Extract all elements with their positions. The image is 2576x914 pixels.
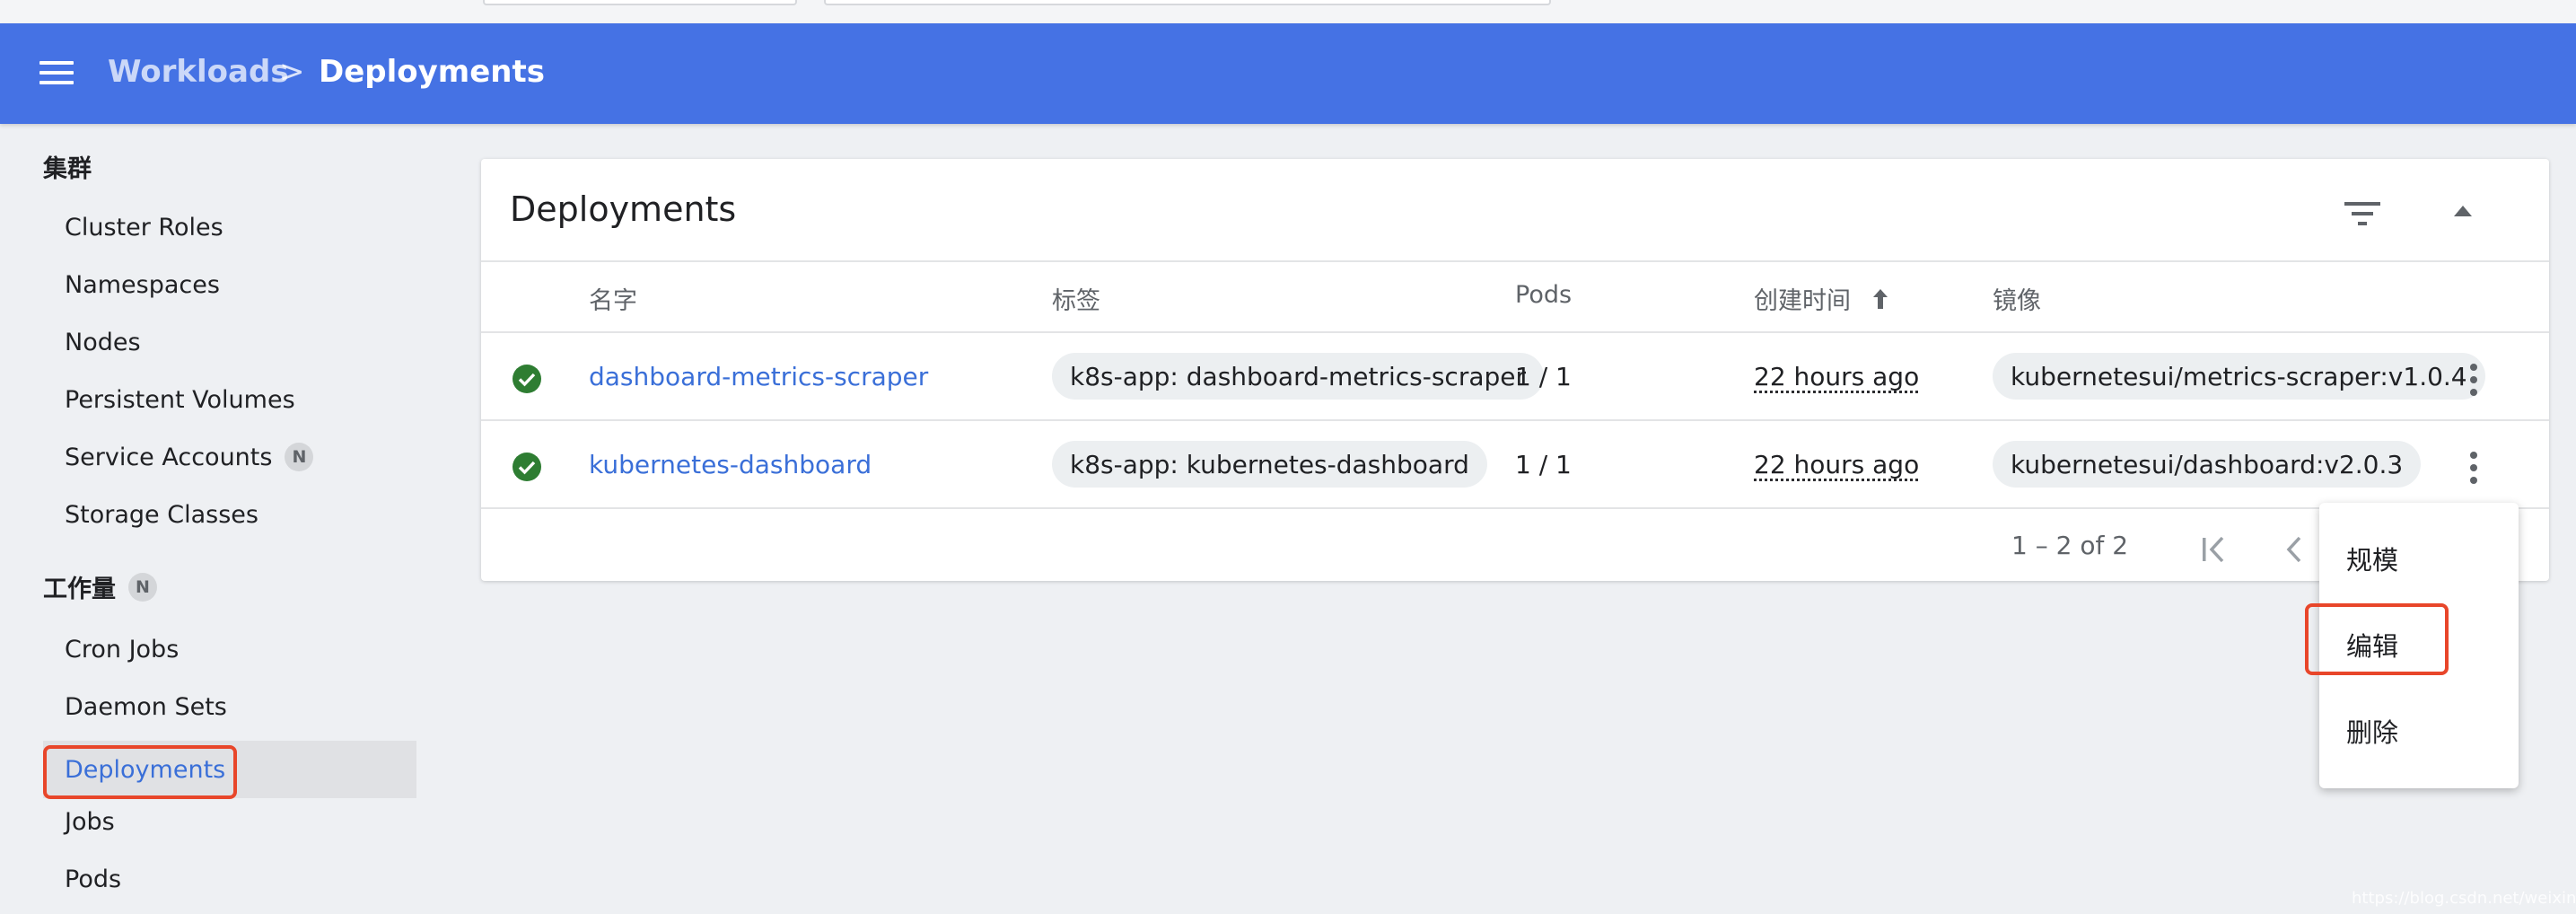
sidebar-heading-cluster: 集群 [43, 155, 92, 183]
menu-item-scale[interactable]: 规模 [2319, 515, 2519, 602]
sidebar-heading-workloads: 工作量 N [43, 569, 157, 604]
arrow-up-icon[interactable] [1871, 287, 1890, 311]
sidebar-item-service-accounts[interactable]: Service Accounts N [43, 428, 416, 486]
sidebar-item-cluster-roles[interactable]: Cluster Roles [43, 198, 416, 256]
sidebar-item-label: Nodes [65, 328, 141, 356]
pods-count: 1 / 1 [1515, 362, 1572, 391]
image-chip: kubernetesui/dashboard:v2.0.3 [1993, 441, 2422, 488]
sidebar-heading-label: 工作量 [43, 576, 116, 603]
more-vert-icon[interactable] [2468, 452, 2479, 484]
check-circle-icon [513, 453, 541, 481]
filter-icon[interactable] [2343, 200, 2382, 227]
image-chip: kubernetesui/metrics-scraper:v1.0.4 [1993, 353, 2485, 400]
first-page-icon[interactable] [2199, 534, 2230, 565]
search-input[interactable] [824, 0, 1551, 5]
created-time: 22 hours ago [1754, 362, 1920, 391]
sidebar-item-label: Cron Jobs [65, 635, 180, 664]
row-action-menu: 规模 编辑 删除 [2305, 503, 2519, 788]
top-strip [0, 0, 2576, 23]
column-header-name: 名字 [589, 287, 637, 315]
column-header-created[interactable]: 创建时间 [1754, 281, 1890, 316]
check-circle-icon [513, 365, 541, 393]
menu-icon[interactable] [39, 61, 74, 84]
label-chip: k8s-app: kubernetes-dashboard [1052, 441, 1487, 488]
deployment-name-link[interactable]: dashboard-metrics-scraper [589, 362, 928, 391]
breadcrumb-chevron-icon: > [279, 54, 305, 90]
sidebar-item-persistent-volumes[interactable]: Persistent Volumes [43, 371, 416, 428]
sidebar-item-label: Storage Classes [65, 500, 258, 529]
prev-page-icon[interactable] [2283, 534, 2305, 565]
column-header-pods: Pods [1515, 281, 1573, 309]
breadcrumb-deployments: Deployments [319, 54, 545, 90]
divider [481, 260, 2549, 262]
sidebar-item-label: Jobs [65, 807, 115, 836]
sidebar-item-daemon-sets[interactable]: Daemon Sets [43, 678, 416, 735]
namespace-select[interactable] [483, 0, 797, 5]
app-header: Workloads > Deployments [0, 23, 2576, 124]
sidebar: 集群 Cluster Roles Namespaces Nodes Persis… [0, 124, 431, 914]
sidebar-item-cron-jobs[interactable]: Cron Jobs [43, 620, 416, 678]
sidebar-item-label: Persistent Volumes [65, 385, 295, 414]
sidebar-item-namespaces[interactable]: Namespaces [43, 256, 416, 313]
pagination-range: 1 – 2 of 2 [2011, 531, 2129, 560]
sidebar-item-storage-classes[interactable]: Storage Classes [43, 486, 416, 543]
deployment-name-link[interactable]: kubernetes-dashboard [589, 450, 872, 479]
sidebar-item-jobs[interactable]: Jobs [43, 793, 416, 850]
sidebar-item-label: Cluster Roles [65, 213, 223, 242]
sidebar-item-label: Pods [65, 865, 122, 893]
sidebar-item-nodes[interactable]: Nodes [43, 313, 416, 371]
watermark: https://blog.csdn.net/weixin_4???? [2352, 889, 2576, 908]
breadcrumb-workloads[interactable]: Workloads [108, 54, 289, 90]
column-header-labels: 标签 [1052, 287, 1100, 315]
column-header-created-label: 创建时间 [1754, 287, 1851, 315]
table-row: dashboard-metrics-scraper k8s-app: dashb… [481, 333, 2549, 421]
namespaced-badge: N [128, 572, 157, 602]
label-chip: k8s-app: dashboard-metrics-scraper [1052, 353, 1545, 400]
divider [481, 507, 2549, 509]
table-row: kubernetes-dashboard k8s-app: kubernetes… [481, 421, 2549, 509]
collapse-icon[interactable] [2452, 204, 2474, 218]
menu-item-delete[interactable]: 删除 [2319, 688, 2519, 774]
pods-count: 1 / 1 [1515, 450, 1572, 479]
card-title: Deployments [510, 189, 737, 229]
created-time: 22 hours ago [1754, 450, 1920, 479]
sidebar-item-label: Deployments [65, 755, 226, 784]
sidebar-item-label: Namespaces [65, 270, 220, 299]
sidebar-item-deployments[interactable]: Deployments [43, 741, 416, 798]
sidebar-item-label: Service Accounts [65, 443, 273, 471]
deployments-card: Deployments 名字 标签 Pods 创建时间 镜像 dashboard… [481, 159, 2549, 581]
sidebar-item-pods[interactable]: Pods [43, 850, 416, 908]
column-header-images: 镜像 [1993, 287, 2041, 315]
menu-item-edit[interactable]: 编辑 [2319, 602, 2519, 688]
namespaced-badge: N [285, 443, 314, 471]
sidebar-item-label: Daemon Sets [65, 692, 227, 721]
more-vert-icon[interactable] [2468, 364, 2479, 396]
